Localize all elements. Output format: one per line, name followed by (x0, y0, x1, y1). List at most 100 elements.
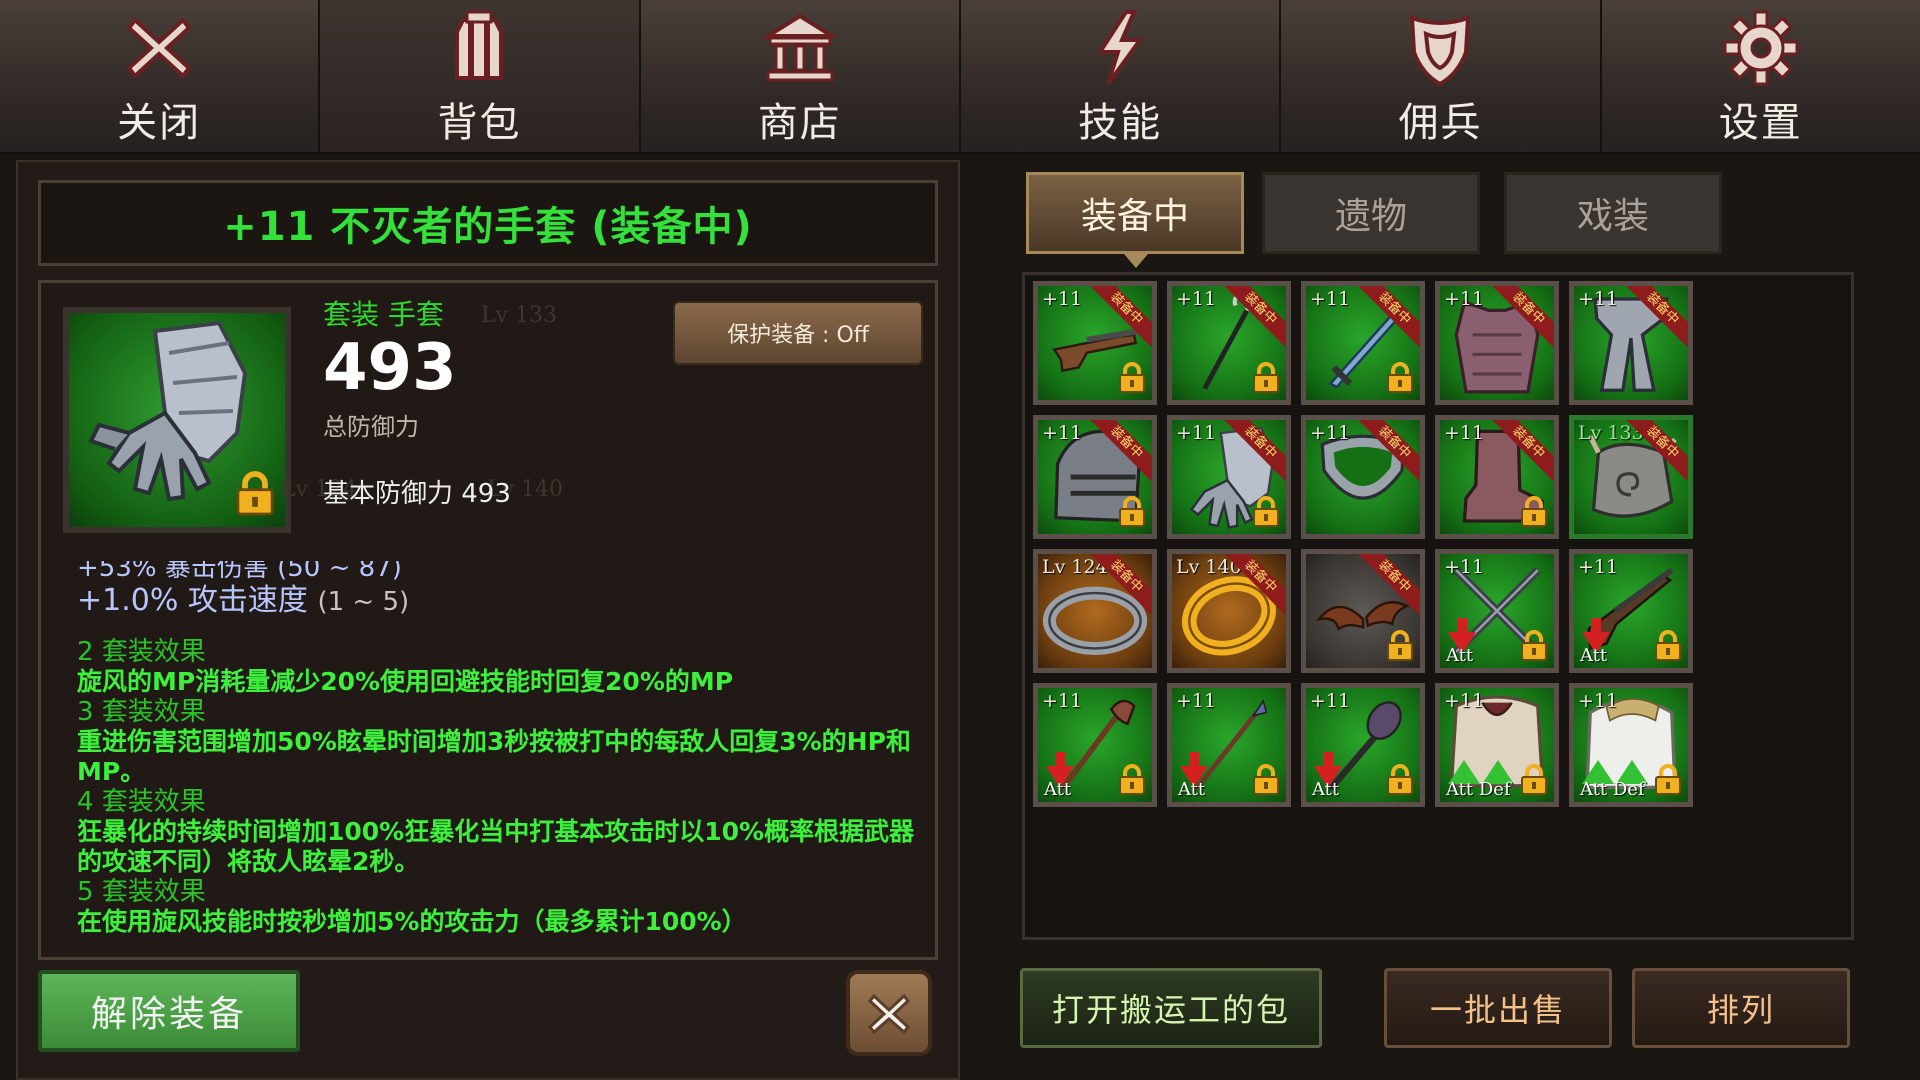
slot-level: +11 (1310, 288, 1351, 310)
compare-label: Att (1312, 779, 1340, 800)
slot-level: +11 (1444, 556, 1485, 578)
tab-costume[interactable]: 戏装 (1504, 172, 1722, 254)
slot-level: +11 (1042, 422, 1083, 444)
set-effect-header: 2 套装效果 (77, 637, 206, 667)
compare-label: Att (1178, 779, 1206, 800)
slot-level: +11 (1578, 690, 1619, 712)
slot-level: +11 (1310, 422, 1351, 444)
inventory-slot[interactable]: Lv 133 装备中 (1569, 415, 1693, 539)
gear-icon (1723, 10, 1799, 86)
lock-icon (1253, 362, 1279, 393)
slot-level: +11 (1176, 288, 1217, 310)
inventory-slot[interactable]: +11 装备中 (1033, 415, 1157, 539)
inventory-slot[interactable]: +11 装备中 (1569, 281, 1693, 405)
item-detail-panel: +11 不灭者的手套 (装备中) Lv 133 Lv 124 Lv 140 套装… (16, 160, 960, 1080)
top-navigation: 关闭 背包 商店 技能 佣兵 设置 (0, 0, 1920, 155)
open-porter-bag-button[interactable]: 打开搬运工的包 (1020, 968, 1322, 1048)
lock-icon (1253, 764, 1279, 795)
nav-skills[interactable]: 技能 (960, 0, 1282, 155)
inventory-slot[interactable]: +11 装备中 (1033, 281, 1157, 405)
lock-icon (1655, 630, 1681, 661)
lock-icon (1119, 362, 1145, 393)
slot-level: +11 (1042, 690, 1083, 712)
nav-settings[interactable]: 设置 (1601, 0, 1920, 155)
lock-icon (1521, 764, 1547, 795)
close-detail-button[interactable] (846, 970, 932, 1056)
lock-icon (1521, 630, 1547, 661)
inventory-slot[interactable]: +11 Att Def (1569, 683, 1693, 807)
lock-icon (1387, 630, 1413, 661)
nav-shop[interactable]: 商店 (640, 0, 961, 155)
nav-skills-label: 技能 (1078, 100, 1163, 146)
inventory-slot[interactable]: +11 装备中 (1301, 415, 1425, 539)
set-effect-desc: 重进伤害范围增加50%眩晕时间增加3秒按被打中的每敌人回复3%的HP和MP。 (77, 727, 911, 786)
defense-label: 总防御力 (323, 413, 419, 441)
sort-button[interactable]: 排列 (1632, 968, 1850, 1048)
inventory-grid: +11 装备中 +11 装备中 +11 装备中 +11 装备中 +11 装备中 +11 装备中 +11 装… (1022, 272, 1854, 940)
inventory-slot[interactable]: +11 Att (1435, 549, 1559, 673)
slot-level: +11 (1310, 690, 1351, 712)
tab-equipped[interactable]: 装备中 (1026, 172, 1244, 254)
item-title-bar: +11 不灭者的手套 (装备中) (38, 180, 938, 266)
backpack-icon (455, 10, 504, 80)
inventory-slot[interactable]: Lv 124 装备中 (1033, 549, 1157, 673)
inventory-slot[interactable]: 装备中 (1301, 549, 1425, 673)
tab-pointer (1124, 254, 1148, 268)
compare-label: Att (1044, 779, 1072, 800)
set-effects: 2 套装效果 旋风的MP消耗量减少20%使用回避技能时回复20%的MP 3 套装… (77, 637, 927, 937)
slot-level: +11 (1578, 288, 1619, 310)
lock-icon (1119, 764, 1145, 795)
slot-level: +11 (1444, 422, 1485, 444)
inventory-slot[interactable]: +11 Att (1167, 683, 1291, 807)
nav-backpack-label: 背包 (437, 100, 522, 146)
set-effect-desc: 旋风的MP消耗量减少20%使用回避技能时回复20%的MP (77, 667, 734, 696)
slot-level: +11 (1042, 288, 1083, 310)
unequip-button[interactable]: 解除装备 (38, 970, 300, 1052)
item-detail-box[interactable]: Lv 133 Lv 124 Lv 140 套装 手套 493 总防御力 基本防御… (38, 280, 938, 960)
nav-backpack[interactable]: 背包 (320, 0, 641, 155)
lock-icon (1387, 362, 1413, 393)
nav-close[interactable]: 关闭 (0, 0, 321, 155)
inventory-slot[interactable]: +11 Att (1301, 683, 1425, 807)
inventory-slot[interactable]: +11 Att (1033, 683, 1157, 807)
slot-level: +11 (1444, 288, 1485, 310)
inventory-slot[interactable]: +11 装备中 (1435, 415, 1559, 539)
compare-label: Att Def (1446, 779, 1511, 800)
inventory-slot[interactable]: +11 装备中 (1167, 281, 1291, 405)
defense-value: 493 (323, 331, 457, 405)
item-icon (63, 307, 291, 533)
lock-icon (1387, 764, 1413, 795)
close-icon (867, 993, 911, 1035)
nav-settings-label: 设置 (1718, 100, 1803, 146)
lock-icon (236, 471, 274, 516)
slot-level: +11 (1444, 690, 1485, 712)
set-type-label: 套装 手套 (323, 298, 444, 331)
inventory-slot[interactable]: +11 装备中 (1167, 415, 1291, 539)
set-effect-desc: 狂暴化的持续时间增加100%狂暴化当中打基本攻击时以10%概率根据武器的攻速不同… (77, 817, 915, 876)
inventory-slot[interactable]: +11 Att Def (1435, 683, 1559, 807)
close-icon (126, 17, 192, 79)
slot-level: +11 (1578, 556, 1619, 578)
ghost-text: Lv 133 (481, 303, 558, 328)
inventory-slot[interactable]: Lv 140 装备中 (1167, 549, 1291, 673)
tab-relics[interactable]: 遗物 (1262, 172, 1480, 254)
bulk-sell-button[interactable]: 一批出售 (1384, 968, 1612, 1048)
lightning-icon (1096, 10, 1145, 86)
inventory-slot[interactable]: +11 装备中 (1435, 281, 1559, 405)
inventory-slot[interactable]: +11 装备中 (1301, 281, 1425, 405)
inventory-slot[interactable]: +11 Att (1569, 549, 1693, 673)
slot-level: +11 (1176, 422, 1217, 444)
nav-close-label: 关闭 (117, 100, 202, 146)
nav-mercenary-label: 佣兵 (1398, 100, 1483, 146)
set-effect-header: 5 套装效果 (77, 877, 206, 907)
item-title: +11 不灭者的手套 (装备中) (223, 204, 753, 250)
set-effect-header: 3 套装效果 (77, 697, 206, 727)
compare-label: Att (1446, 645, 1474, 666)
nav-mercenary[interactable]: 佣兵 (1281, 0, 1602, 155)
set-effect-desc: 在使用旋风技能时按秒增加5%的攻击力（最多累计100%） (77, 907, 747, 936)
slot-level: +11 (1176, 690, 1217, 712)
protect-equipment-toggle[interactable]: 保护装备 : Off (673, 301, 923, 365)
shop-icon (760, 13, 839, 82)
attack-speed-stat: +1.0% 攻击速度 (1 ~ 5) (77, 575, 409, 619)
set-effect-header: 4 套装效果 (77, 787, 206, 817)
